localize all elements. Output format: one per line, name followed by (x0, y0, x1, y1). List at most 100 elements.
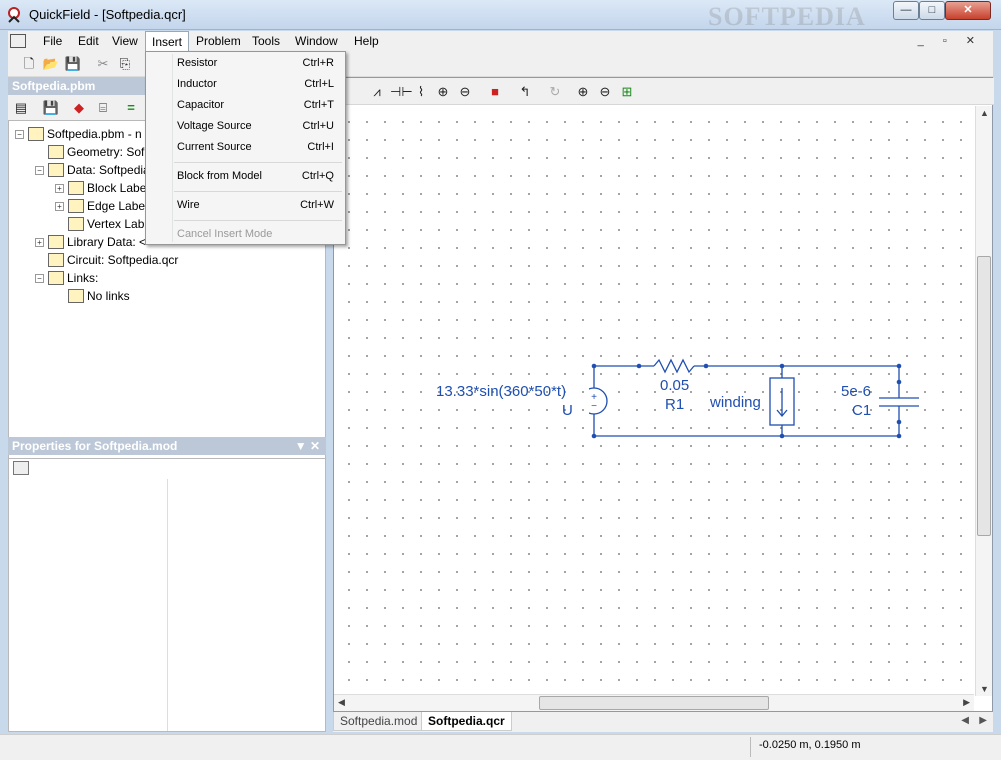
menu-item-inductor[interactable]: Inductor Ctrl+L (148, 74, 343, 95)
menu-item-capacitor[interactable]: Capacitor Ctrl+T (148, 95, 343, 116)
properties-panel-controls[interactable]: ▼ ✕ (295, 437, 320, 455)
status-divider (750, 737, 751, 757)
properties-title-text: Properties for Softpedia.mod (12, 439, 178, 453)
softpedia-watermark: SOFTPEDIA (708, 2, 866, 31)
menu-file[interactable]: File (37, 31, 68, 51)
categorized-icon[interactable] (13, 461, 29, 475)
menu-view[interactable]: View (106, 31, 144, 51)
menu-item-block-from-model[interactable]: Block from Model Ctrl+Q (148, 166, 343, 187)
menu-tools[interactable]: Tools (246, 31, 286, 51)
menu-bar: File Edit View Insert Problem Tools Wind… (8, 31, 993, 51)
cursor-coordinates: -0.0250 m, 0.1950 m (759, 739, 861, 751)
tree-node-label: Softpedia.pbm - n (47, 127, 142, 141)
capacitor-tool-icon[interactable]: ⊣⊢ (390, 83, 413, 100)
tree-node-label: Geometry: Sof (67, 145, 145, 159)
menu-problem[interactable]: Problem (190, 31, 247, 51)
tree-node-icon (48, 145, 64, 159)
property-grid-divider (167, 479, 168, 731)
minimize-button[interactable]: — (893, 1, 919, 20)
tab-softpedia-qcr[interactable]: Softpedia.qcr (421, 712, 512, 731)
canvas-vertical-scrollbar[interactable]: ▲ ▼ (975, 106, 992, 696)
scroll-right-icon[interactable]: ▶ (963, 697, 970, 708)
tree-node-icon (68, 289, 84, 303)
tree-expander-icon[interactable]: + (35, 237, 44, 247)
tab-scroll-left-icon[interactable]: ◀ (961, 715, 969, 726)
tree-node-label: Library Data: < (67, 235, 147, 249)
tree-expander-icon[interactable]: − (15, 129, 24, 139)
inductor-tool-icon[interactable]: ⌇ (412, 83, 430, 100)
new-icon[interactable]: 🗋 (20, 55, 38, 72)
tree-node[interactable]: No links (15, 287, 325, 305)
copy-icon[interactable]: ⎘ (116, 55, 134, 72)
tab-softpedia-mod[interactable]: Softpedia.mod (333, 712, 425, 731)
mdi-window-controls[interactable]: _ ▫ ✕ (918, 34, 983, 47)
properties-icon[interactable]: ▤ (12, 99, 30, 116)
tree-node-icon (28, 127, 44, 141)
resistor-name-label: R1 (665, 396, 685, 413)
resistor-tool-icon[interactable]: ⩘ (368, 83, 386, 100)
menu-item-current-source[interactable]: Current Source Ctrl+I (148, 137, 343, 158)
tree-expander-icon[interactable]: + (55, 183, 64, 193)
tree-node-icon (48, 253, 64, 267)
cut-icon[interactable]: ✂ (94, 55, 112, 72)
menu-separator (174, 220, 342, 221)
properties-body (8, 458, 326, 732)
zoom-fit-icon[interactable]: ⊞ (618, 83, 636, 100)
menu-insert[interactable]: Insert (145, 31, 190, 51)
zoom-in-icon[interactable]: ⊕ (574, 83, 592, 100)
maximize-button[interactable]: □ (919, 1, 945, 20)
menu-separator (174, 191, 342, 192)
quickfield-app-icon[interactable] (6, 6, 22, 24)
open-folder-icon[interactable]: 📂 (42, 55, 60, 72)
menu-edit[interactable]: Edit (72, 31, 105, 51)
tree-node-icon (48, 271, 64, 285)
resistor-value-label: 0.05 (660, 377, 690, 394)
save-problem-icon[interactable]: 💾 (42, 99, 60, 116)
menu-item-resistor[interactable]: Resistor Ctrl+R (148, 53, 343, 74)
tree-node-icon (48, 163, 64, 177)
current-source-tool-icon[interactable]: ⊖ (456, 83, 474, 100)
canvas-horizontal-scrollbar[interactable]: ◀ ▶ (334, 694, 974, 711)
geometry-icon[interactable]: ◆ (70, 99, 88, 116)
tree-node[interactable]: − Links: (15, 269, 325, 287)
tree-node-label: Data: Softpedia (67, 163, 150, 177)
wire-tool-icon[interactable]: ↰ (516, 83, 534, 100)
scroll-up-icon[interactable]: ▲ (980, 108, 989, 118)
source-expression-label: 13.33*sin(360*50*t) (436, 383, 567, 400)
rotate-icon[interactable]: ↻ (546, 83, 564, 100)
scroll-down-icon[interactable]: ▼ (980, 684, 989, 694)
circuit-toolbar: ⩘ ⊣⊢ ⌇ ⊕ ⊖ ■ ↰ ↻ ⊕ ⊖ ⊞ (334, 78, 994, 105)
tab-scroll-right-icon[interactable]: ▶ (979, 715, 987, 726)
tree-expander-icon[interactable]: − (35, 165, 44, 175)
tree-node-label: No links (87, 289, 130, 303)
window-title: QuickField - [Softpedia.qcr] (29, 7, 186, 22)
menu-item-voltage-source[interactable]: Voltage Source Ctrl+U (148, 116, 343, 137)
close-button[interactable]: ✕ (945, 1, 991, 20)
document-icon[interactable] (10, 34, 26, 48)
vertical-scroll-thumb[interactable] (977, 256, 991, 536)
tree-node-label: Block Labe (87, 181, 147, 195)
menu-item-wire[interactable]: Wire Ctrl+W (148, 195, 343, 216)
menu-help[interactable]: Help (348, 31, 385, 51)
menu-item-cancel-insert-mode[interactable]: Cancel Insert Mode (148, 224, 343, 245)
solve-icon[interactable]: = (122, 99, 140, 116)
block-tool-icon[interactable]: ■ (486, 83, 504, 100)
menu-window[interactable]: Window (289, 31, 344, 51)
scroll-left-icon[interactable]: ◀ (338, 697, 345, 708)
tree-node-label: Vertex Lab (87, 217, 145, 231)
tree-node[interactable]: Circuit: Softpedia.qcr (15, 251, 325, 269)
properties-panel-title: Properties for Softpedia.mod ▼ ✕ (8, 437, 326, 455)
svg-text:−: − (591, 401, 597, 412)
tree-expander-icon[interactable]: − (35, 273, 44, 283)
tree-node-label: Links: (67, 271, 99, 285)
title-bar: QuickField - [Softpedia.qcr] SOFTPEDIA —… (0, 0, 1001, 31)
circuit-icon[interactable]: ⌸ (94, 99, 112, 116)
save-icon[interactable]: 💾 (64, 55, 82, 72)
zoom-out-icon[interactable]: ⊖ (596, 83, 614, 100)
tree-node-icon (68, 181, 84, 195)
insert-dropdown-menu: Resistor Ctrl+R Inductor Ctrl+L Capacitor C… (145, 51, 346, 245)
horizontal-scroll-thumb[interactable] (539, 696, 769, 710)
tree-expander-icon[interactable]: + (55, 201, 64, 211)
document-tabs: Softpedia.mod Softpedia.qcr ◀ ▶ (333, 712, 993, 732)
voltage-source-tool-icon[interactable]: ⊕ (434, 83, 452, 100)
